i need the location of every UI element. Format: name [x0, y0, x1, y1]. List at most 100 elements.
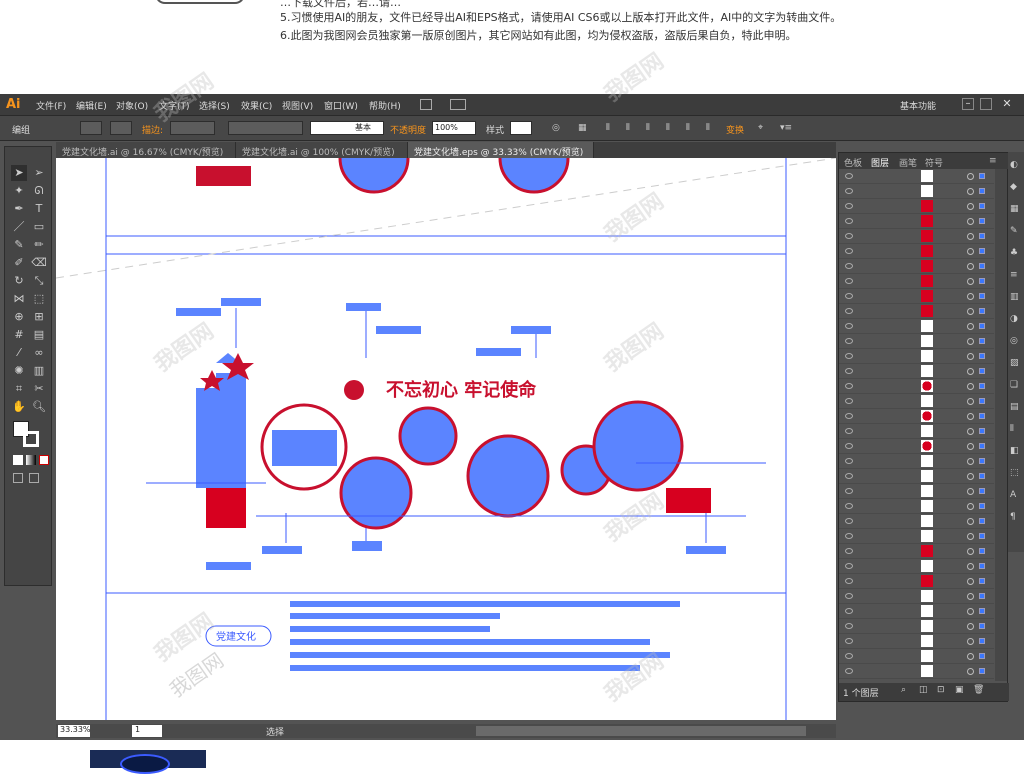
color-panel-icon[interactable]: ◐ [1010, 160, 1018, 170]
layer-row[interactable] [839, 499, 994, 514]
target-circle-icon[interactable] [967, 173, 974, 180]
selection-square-icon[interactable] [979, 488, 985, 494]
layer-row[interactable] [839, 274, 994, 289]
arrange-documents-icon[interactable] [450, 99, 466, 110]
align-center-icon[interactable]: ⫴ [626, 123, 630, 133]
visibility-eye-icon[interactable] [845, 173, 853, 179]
target-circle-icon[interactable] [967, 473, 974, 480]
visibility-eye-icon[interactable] [845, 233, 853, 239]
selection-square-icon[interactable] [979, 248, 985, 254]
layer-row[interactable] [839, 589, 994, 604]
layer-row[interactable] [839, 484, 994, 499]
selection-square-icon[interactable] [979, 473, 985, 479]
workspace-switcher[interactable]: 基本功能 [900, 99, 936, 112]
menu-object[interactable]: 对象(O) [116, 99, 148, 112]
direct-selection-icon[interactable]: ➢ [31, 165, 47, 181]
visibility-eye-icon[interactable] [845, 323, 853, 329]
layer-row[interactable] [839, 574, 994, 589]
pen-tool-icon[interactable]: ✒ [11, 201, 27, 217]
menu-file[interactable]: 文件(F) [36, 99, 66, 112]
layer-row[interactable] [839, 394, 994, 409]
paragraph-panel-icon[interactable]: ¶ [1010, 512, 1016, 522]
clipping-mask-icon[interactable]: ◫ [919, 685, 928, 695]
visibility-eye-icon[interactable] [845, 578, 853, 584]
target-circle-icon[interactable] [967, 623, 974, 630]
stroke-color-icon[interactable] [23, 431, 39, 447]
selection-square-icon[interactable] [979, 548, 985, 554]
layer-row[interactable] [839, 559, 994, 574]
target-circle-icon[interactable] [967, 533, 974, 540]
selection-square-icon[interactable] [979, 398, 985, 404]
selection-square-icon[interactable] [979, 578, 985, 584]
page-input[interactable]: 1 [132, 725, 162, 737]
appearance-panel-icon[interactable]: ◎ [1010, 336, 1018, 346]
layer-row[interactable] [839, 379, 994, 394]
lasso-icon[interactable]: ᘏ [31, 183, 47, 199]
brush-panel-icon[interactable]: ✎ [1010, 226, 1018, 236]
scale-tool-icon[interactable]: ⤡ [31, 273, 47, 289]
visibility-eye-icon[interactable] [845, 428, 853, 434]
brush-definition-select[interactable]: 基本 [310, 121, 384, 135]
artboard-tool-icon[interactable]: ⌗ [11, 381, 27, 397]
selection-square-icon[interactable] [979, 668, 985, 674]
maximize-icon[interactable] [980, 98, 992, 110]
layer-row[interactable] [839, 469, 994, 484]
layer-row[interactable] [839, 169, 994, 184]
target-circle-icon[interactable] [967, 653, 974, 660]
zoom-tool-icon[interactable]: 🔍︎ [31, 399, 47, 415]
target-circle-icon[interactable] [967, 308, 974, 315]
stroke-panel-icon[interactable]: ≡ [1010, 270, 1018, 280]
menu-view[interactable]: 视图(V) [282, 99, 313, 112]
layer-row[interactable] [839, 304, 994, 319]
visibility-eye-icon[interactable] [845, 293, 853, 299]
target-circle-icon[interactable] [967, 293, 974, 300]
shape-builder-icon[interactable]: ⊕ [11, 309, 27, 325]
layer-row[interactable] [839, 634, 994, 649]
transform-panel-icon[interactable]: ⬚ [1010, 468, 1019, 478]
visibility-eye-icon[interactable] [845, 383, 853, 389]
visibility-eye-icon[interactable] [845, 653, 853, 659]
selection-square-icon[interactable] [979, 623, 985, 629]
eraser-icon[interactable]: ⌫ [31, 255, 47, 271]
visibility-eye-icon[interactable] [845, 638, 853, 644]
selection-square-icon[interactable] [979, 383, 985, 389]
tab-doc-1[interactable]: 党建文化墙.ai @ 16.67% (CMYK/预览) [56, 142, 236, 158]
target-circle-icon[interactable] [967, 488, 974, 495]
color-mode-icon[interactable] [13, 455, 23, 465]
visibility-eye-icon[interactable] [845, 368, 853, 374]
align-middle-icon[interactable]: ⫴ [686, 123, 690, 133]
layer-row[interactable] [839, 619, 994, 634]
eyedropper-icon[interactable]: ⁄ [11, 345, 27, 361]
align-right-icon[interactable]: ⫴ [646, 123, 650, 133]
fill-swatch[interactable] [80, 121, 102, 135]
layer-row[interactable] [839, 649, 994, 664]
target-circle-icon[interactable] [967, 638, 974, 645]
visibility-eye-icon[interactable] [845, 668, 853, 674]
gradient-panel-icon[interactable]: ▥ [1010, 292, 1019, 302]
visibility-eye-icon[interactable] [845, 473, 853, 479]
visibility-eye-icon[interactable] [845, 413, 853, 419]
panel-menu-icon[interactable]: ▾≡ [780, 123, 792, 133]
isolate-icon[interactable]: ⌖ [758, 123, 763, 133]
opacity-input[interactable]: 100% [432, 121, 476, 135]
menu-window[interactable]: 窗口(W) [324, 99, 358, 112]
visibility-eye-icon[interactable] [845, 623, 853, 629]
layer-row[interactable] [839, 439, 994, 454]
artboards-panel-icon[interactable]: ▤ [1010, 402, 1019, 412]
close-icon[interactable]: ✕ [1000, 98, 1014, 110]
visibility-eye-icon[interactable] [845, 458, 853, 464]
transform-label[interactable]: 变换 [726, 123, 744, 136]
layer-row[interactable] [839, 409, 994, 424]
layer-row[interactable] [839, 529, 994, 544]
visibility-eye-icon[interactable] [845, 443, 853, 449]
align-bottom-icon[interactable]: ⫴ [706, 123, 710, 133]
target-circle-icon[interactable] [967, 503, 974, 510]
visibility-eye-icon[interactable] [845, 593, 853, 599]
selection-square-icon[interactable] [979, 338, 985, 344]
slice-tool-icon[interactable]: ✂ [31, 381, 47, 397]
selection-square-icon[interactable] [979, 203, 985, 209]
selection-square-icon[interactable] [979, 278, 985, 284]
target-circle-icon[interactable] [967, 323, 974, 330]
target-circle-icon[interactable] [967, 248, 974, 255]
selection-square-icon[interactable] [979, 653, 985, 659]
